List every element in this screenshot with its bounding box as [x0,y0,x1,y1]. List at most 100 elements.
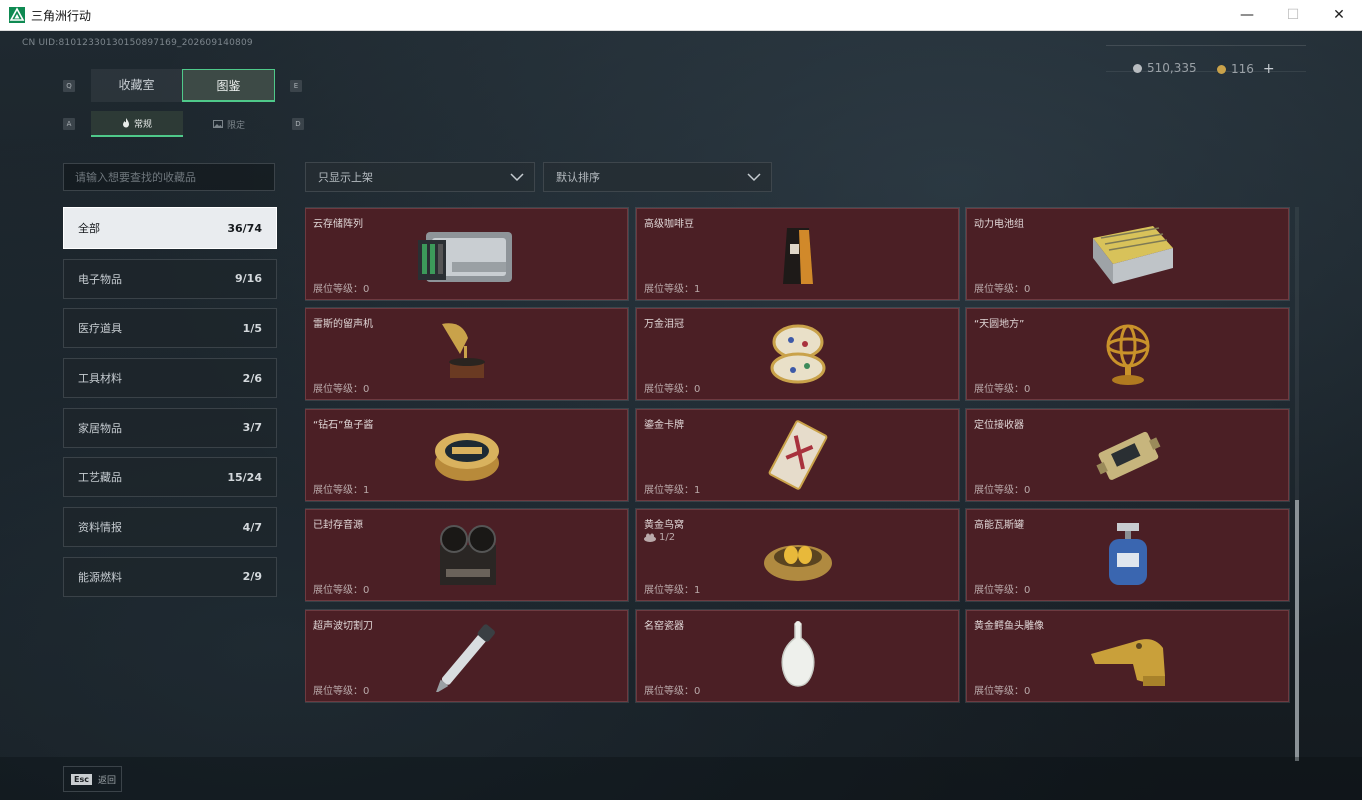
scrollbar-thumb[interactable] [1295,500,1299,761]
category-label: 电子物品 [78,272,122,286]
sub-tabs: 常规 限定 [91,111,275,137]
main-tabs: 收藏室 图鉴 [91,69,275,102]
card-title: 黄金鸟窝 [644,520,684,531]
card-booth-level: 展位等级：0 [974,384,1031,395]
collection-card[interactable]: 雷斯的留声机 展位等级：0 [305,307,629,401]
subtab-limited-label: 限定 [226,120,245,131]
category-all[interactable]: 全部 36/74 [63,207,277,249]
category-list: 全部 36/74 电子物品 9/16 医疗道具 1/5 工具材料 2/6 家居物… [63,207,277,607]
search-input[interactable]: 请输入想要查找的收藏品 [63,163,275,191]
maximize-button[interactable]: ☐ [1270,0,1316,30]
card-title: 万金泪冠 [644,319,684,330]
card-booth-level: 展位等级：1 [644,484,701,496]
category-label: 工具材料 [78,372,122,386]
category-household[interactable]: 家居物品 3/7 [63,407,277,448]
collection-card[interactable]: 动力电池组 展位等级：0 [965,207,1290,301]
card-booth-level: 展位等级：0 [974,585,1031,596]
tab-codex[interactable]: 图鉴 [182,69,275,102]
minimize-button[interactable]: — [1224,0,1270,30]
sort-dropdown[interactable]: 默认排序 [543,162,772,192]
collection-card[interactable]: 高能瓦斯罐 展位等级：0 [965,508,1290,602]
category-count: 3/7 [242,421,262,435]
collection-card[interactable]: “天圆地方” 展位等级：0 [965,307,1290,401]
silver-amount: 510,335 [1147,61,1197,75]
collection-card[interactable]: 定位接收器 展位等级：0 [965,407,1290,502]
category-label: 工艺藏品 [78,471,122,485]
collection-card[interactable]: 高级咖啡豆 展位等级：1 [635,207,960,301]
chevron-down-icon [747,173,761,182]
collection-card[interactable]: 万金泪冠 展位等级：0 [635,307,960,401]
back-label: 返回 [97,775,116,786]
collection-card[interactable]: 鎏金卡牌展位等级：1 [635,407,960,502]
collection-card[interactable]: 名窑瓷器 展位等级：0 [635,608,960,703]
category-label: 家居物品 [78,421,122,435]
collection-card[interactable]: 黄金鸟窝 1/2 展位等级：1 [635,508,960,602]
ultrasonic-knife-icon [412,620,522,694]
card-title: 雷斯的留声机 [313,319,373,330]
category-count: 2/9 [242,570,262,584]
jeweled-egg-icon [743,318,853,390]
tab-collection-room[interactable]: 收藏室 [91,69,182,102]
set-progress-text: 1/2 [659,532,676,543]
collection-card[interactable]: 超声波切割刀 展位等级：0 [305,608,629,703]
category-medical[interactable]: 医疗道具 1/5 [63,308,277,349]
flame-icon [122,118,129,128]
category-count: 9/16 [235,272,262,286]
card-title: 云存储阵列 [313,218,363,230]
collection-card[interactable]: 黄金鳄鱼头雕像 展位等级：0 [965,608,1290,703]
card-title: 鎏金卡牌 [644,419,684,431]
display-filter-dropdown[interactable]: 只显示上架 [305,162,535,192]
card-booth-level: 展位等级：0 [313,685,370,697]
card-booth-level: 展位等级：0 [313,384,370,395]
card-booth-level: 展位等级：0 [313,283,370,295]
gas-canister-icon [1073,519,1183,591]
card-set-progress: 1/2 [644,532,675,543]
category-count: 1/5 [242,321,262,335]
card-booth-level: 展位等级：0 [974,685,1031,697]
category-count: 4/7 [242,520,262,534]
category-count: 15/24 [227,470,262,484]
item-grid: 展位等级：0展位等级：1展位等级：0云存储阵列展位等级：0高级咖啡豆展位等级：1… [305,207,1291,761]
porcelain-vase-icon [743,620,853,692]
card-title: “天圆地方” [974,319,1025,330]
category-crafts[interactable]: 工艺藏品 15/24 [63,457,277,498]
gold-coin-icon [1217,64,1226,74]
collection-card[interactable]: 云存储阵列展位等级：0 [305,207,629,301]
gps-receiver-icon [1073,419,1183,491]
app-logo-icon [9,7,25,23]
card-title: 动力电池组 [974,218,1024,230]
uid-label: CN UID:81012330130150897169_202609140809 [22,38,253,48]
nest-icon [644,533,656,542]
subtab-normal[interactable]: 常规 [91,111,183,137]
golden-nest-icon [743,519,853,591]
close-button[interactable]: ✕ [1316,0,1362,30]
armillary-sphere-icon [1073,318,1183,390]
card-title: 超声波切割刀 [313,620,373,632]
collection-card[interactable]: “钻石”鱼子酱 展位等级：1 [305,407,629,502]
esc-key: Esc [71,773,92,785]
card-booth-level: 展位等级：1 [313,484,370,496]
search-placeholder: 请输入想要查找的收藏品 [75,171,196,184]
subtab-limited[interactable]: 限定 [183,111,275,137]
battery-pack-icon [1073,218,1183,290]
gold-currency: 116 + [1217,61,1275,77]
back-button[interactable]: Esc 返回 [63,766,122,792]
category-energy[interactable]: 能源燃料 2/9 [63,556,277,597]
add-currency-button[interactable]: + [1263,61,1275,77]
bottom-bar [0,757,1362,800]
category-count: 36/74 [227,221,262,235]
collection-card[interactable]: 已封存音源 展位等级：0 [305,508,629,602]
server-array-icon [412,218,522,290]
category-intel[interactable]: 资料情报 4/7 [63,507,277,548]
hotkey-e: E [290,80,302,92]
grid-scrollbar[interactable] [1295,207,1299,761]
display-filter-value: 只显示上架 [318,171,373,184]
category-tools[interactable]: 工具材料 2/6 [63,358,277,399]
game-viewport: CN UID:81012330130150897169_202609140809… [0,31,1362,800]
category-electronics[interactable]: 电子物品 9/16 [63,258,277,299]
chevron-down-icon [510,173,524,182]
card-title: 名窑瓷器 [644,620,684,632]
hotkey-a: A [63,118,75,130]
subtab-normal-label: 常规 [133,119,152,130]
gramophone-icon [412,318,522,390]
